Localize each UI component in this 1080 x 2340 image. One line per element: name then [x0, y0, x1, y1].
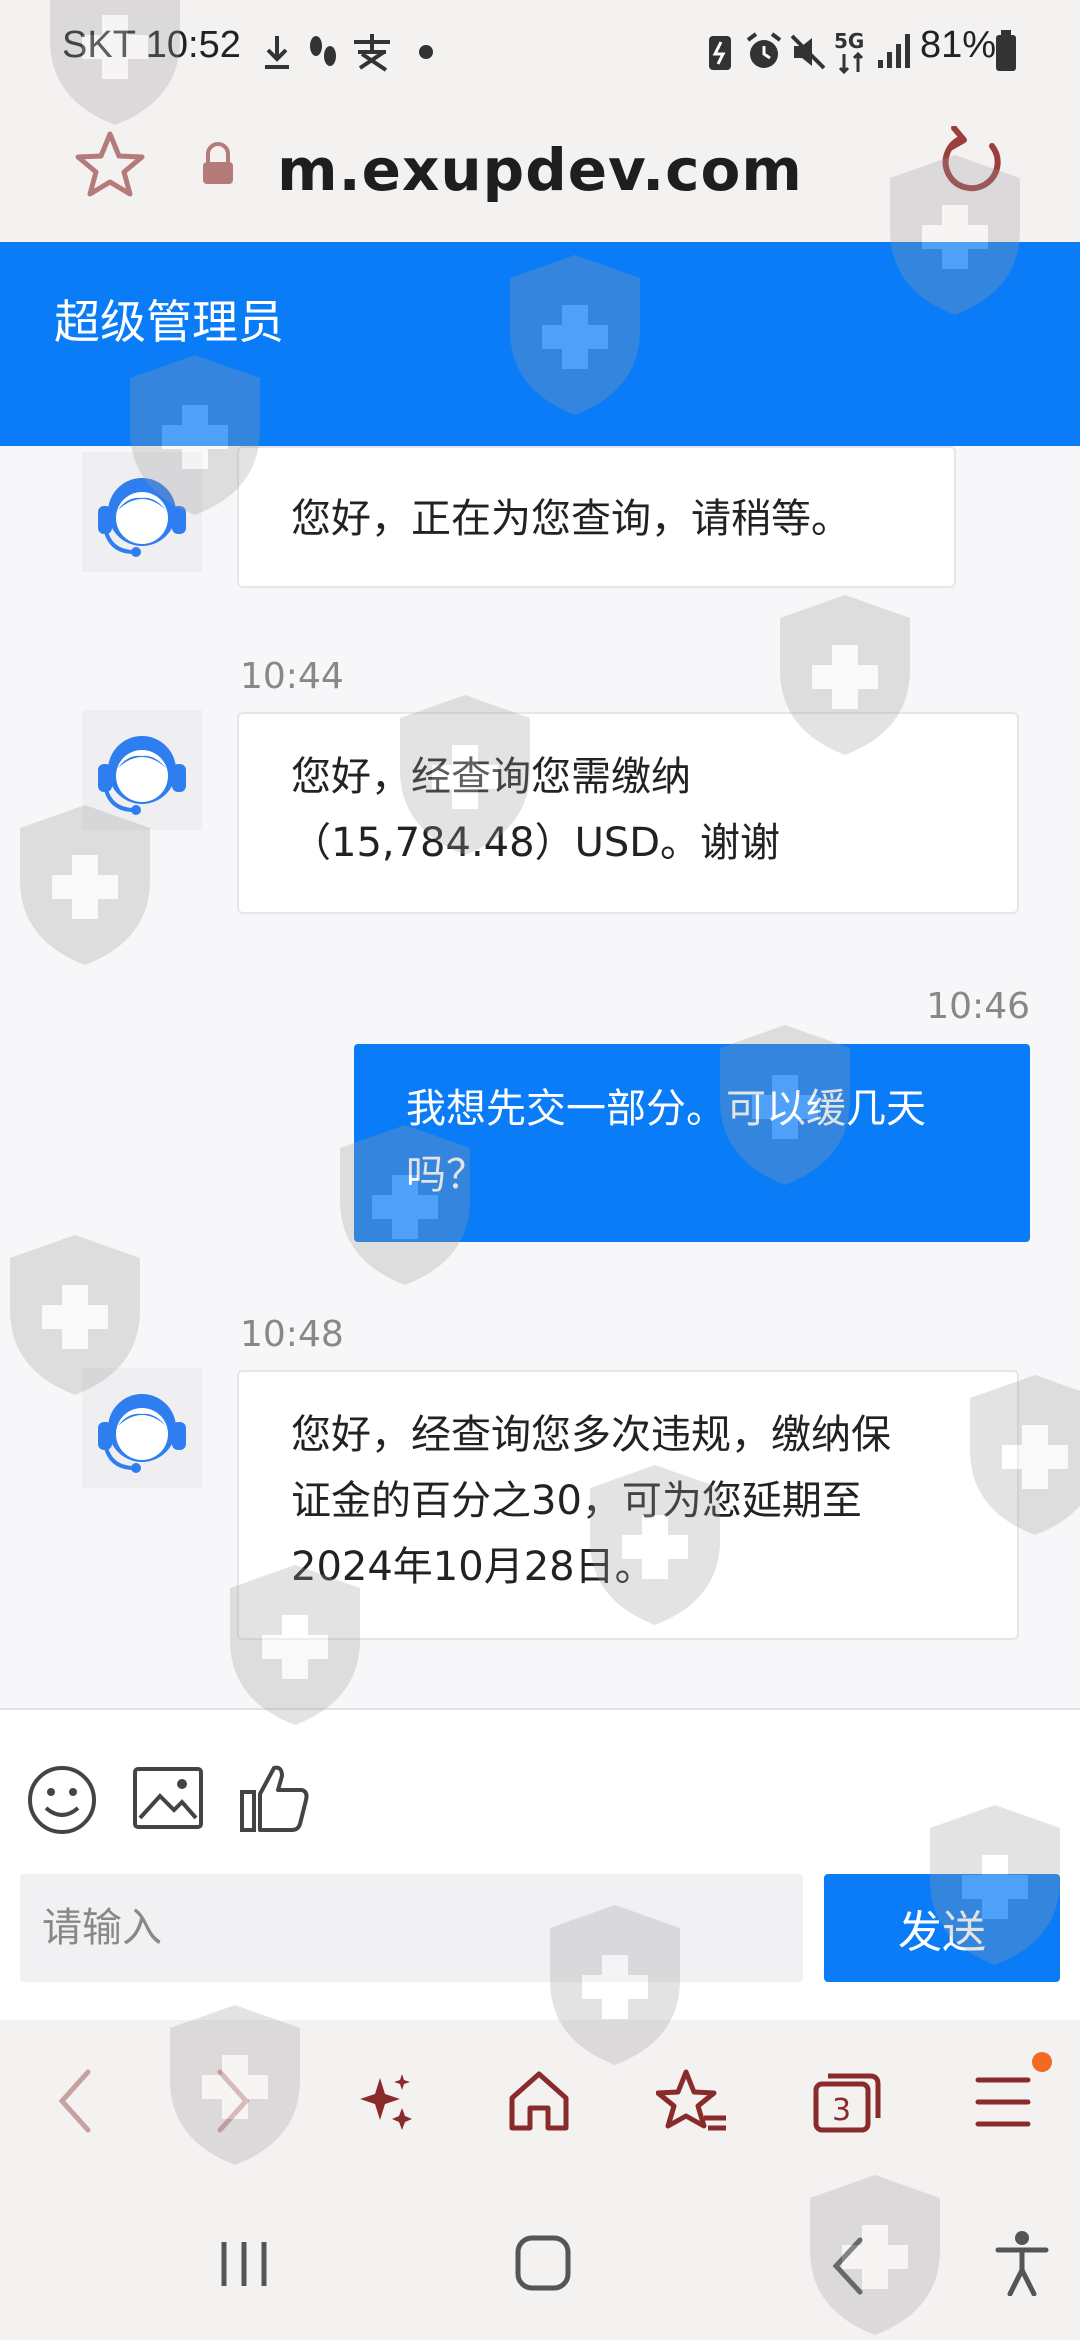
battery-icon [996, 30, 1016, 71]
message-line: 证金的百分之30，可为您延期至 [291, 1478, 862, 1524]
menu-icon[interactable] [972, 2072, 1038, 2132]
message-line: 我想先交一部分。可以缓几天 [406, 1086, 926, 1132]
battery-saver-icon [709, 36, 731, 70]
bookmarks-icon[interactable] [656, 2066, 728, 2136]
footsteps-icon [310, 36, 336, 66]
payment-app-icon [354, 34, 390, 72]
emoji-icon[interactable] [26, 1764, 98, 1836]
message-line: 您好，经查询您多次违规，缴纳保 [291, 1412, 891, 1458]
url-text[interactable]: m.exupdev.com [250, 136, 830, 204]
user-message-bubble: 我想先交一部分。可以缓几天 吗？ [354, 1044, 1030, 1242]
agent-message-bubble: 您好，正在为您查询，请稍等。 [237, 446, 956, 588]
svg-text:5G: 5G [834, 29, 864, 53]
mute-icon [790, 34, 826, 70]
agent-message-bubble: 您好，经查询您需缴纳 （15,784.48）USD。谢谢 [237, 712, 1019, 914]
agent-avatar [82, 1368, 202, 1488]
tab-count: 3 [832, 2093, 851, 2128]
agent-avatar [82, 452, 202, 572]
agent-message-bubble: 您好，经查询您多次违规，缴纳保 证金的百分之30，可为您延期至 2024年10月… [237, 1370, 1019, 1640]
home-button-icon[interactable] [514, 2234, 574, 2294]
browser-url-bar: m.exupdev.com [0, 100, 1080, 242]
system-back-icon[interactable] [828, 2234, 868, 2298]
message-input[interactable] [20, 1874, 803, 1982]
home-icon[interactable] [506, 2068, 572, 2134]
message-line: 您好，经查询您需缴纳 [291, 754, 691, 800]
message-time: 10:46 [926, 986, 1030, 1027]
support-agent-icon [98, 736, 186, 815]
accessibility-icon[interactable] [994, 2230, 1050, 2296]
notification-badge [1032, 2052, 1052, 2072]
thumbs-up-icon[interactable] [238, 1760, 312, 1834]
support-agent-icon [98, 1394, 186, 1473]
chat-header: 超级管理员 [0, 242, 1080, 446]
sparkle-icon[interactable] [354, 2070, 418, 2134]
message-time: 10:48 [240, 1314, 344, 1355]
chat-title: 超级管理员 [54, 295, 284, 349]
alarm-icon [746, 32, 782, 68]
image-icon[interactable] [132, 1766, 204, 1832]
bookmark-star-icon[interactable] [74, 128, 146, 198]
notification-dot-icon [419, 45, 433, 59]
back-arrow-icon[interactable] [54, 2066, 94, 2136]
5g-icon: 5G [834, 29, 864, 75]
signal-icon [878, 34, 910, 68]
tabs-icon[interactable]: 3 [812, 2068, 882, 2134]
agent-avatar [82, 710, 202, 830]
recent-apps-icon[interactable] [216, 2236, 272, 2292]
forward-arrow-icon[interactable] [214, 2066, 254, 2136]
download-icon [265, 36, 289, 69]
battery-percent: 81% [920, 24, 997, 66]
reload-icon[interactable] [940, 126, 1008, 198]
status-bar: SKT 10:52 5G 81% [0, 0, 1080, 100]
send-button[interactable]: 发送 [824, 1874, 1060, 1982]
message-line: 吗？ [406, 1152, 486, 1198]
system-navigation-bar [0, 2190, 1080, 2340]
message-time: 10:44 [240, 656, 344, 697]
composer: 发送 [0, 1708, 1080, 2020]
message-line: 您好，正在为您查询，请稍等。 [291, 496, 851, 542]
lock-icon[interactable] [198, 140, 238, 188]
message-line: （15,784.48）USD。谢谢 [291, 820, 781, 866]
support-agent-icon [98, 478, 186, 557]
message-line: 2024年10月28日。 [291, 1544, 655, 1590]
carrier-time: SKT 10:52 [62, 24, 241, 66]
browser-toolbar: 3 [0, 2020, 1080, 2190]
